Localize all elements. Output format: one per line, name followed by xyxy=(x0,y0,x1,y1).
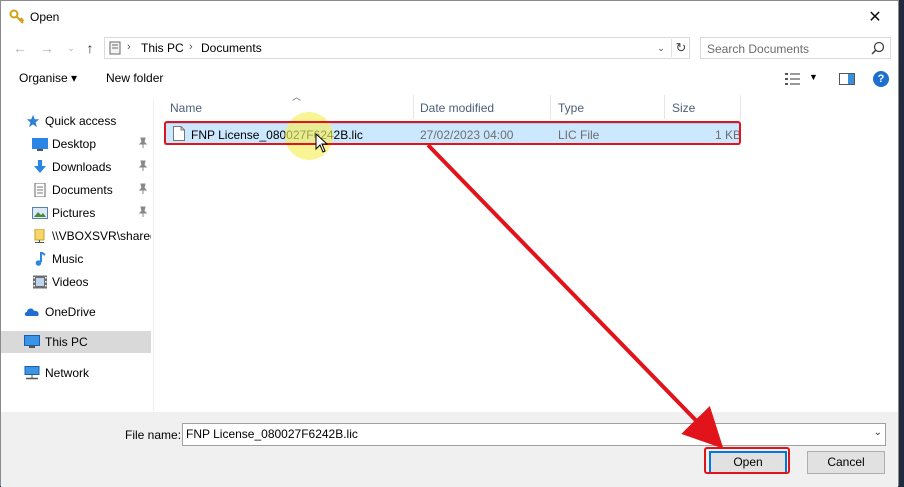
column-label: Size xyxy=(672,101,696,115)
breadcrumb-separator-icon: › xyxy=(189,41,193,53)
file-name-combobox[interactable]: ⌄ xyxy=(182,423,886,446)
sidebar-item-label: Documents xyxy=(52,183,113,197)
view-dropdown-icon[interactable]: ▼ xyxy=(809,72,818,82)
up-arrow-icon[interactable]: ↑ xyxy=(81,39,99,57)
breadcrumb-this-pc[interactable]: This PC xyxy=(141,41,184,55)
sidebar-item-this-pc[interactable]: This PC xyxy=(1,331,151,353)
sidebar-item-network-share[interactable]: \\VBOXSVR\shared_ xyxy=(1,225,151,247)
sidebar-item-network[interactable]: Network xyxy=(1,362,151,384)
sidebar-item-label: Desktop xyxy=(52,137,97,151)
recent-locations-chevron-icon[interactable]: ⌄ xyxy=(62,39,80,57)
open-dialog: Open ✕ ← → ⌄ ↑ › This PC › Documents ⌄ ↻… xyxy=(0,0,899,487)
sidebar-item-label: Network xyxy=(45,366,90,380)
network-icon xyxy=(24,366,40,380)
sidebar-item-label: OneDrive xyxy=(45,305,96,319)
chevron-down-icon[interactable]: ⌄ xyxy=(874,427,882,438)
sidebar-item-videos[interactable]: Videos xyxy=(1,271,151,293)
window-title: Open xyxy=(30,10,60,24)
column-header-name[interactable]: Name ︿ xyxy=(162,92,414,119)
pictures-icon xyxy=(32,207,48,219)
back-arrow-icon[interactable]: ← xyxy=(11,39,29,57)
command-bar: Organise ▾ New folder ▼ ? xyxy=(1,64,898,94)
help-icon[interactable]: ? xyxy=(873,71,889,87)
sidebar-item-desktop[interactable]: Desktop xyxy=(1,133,151,155)
title-bar: Open ✕ xyxy=(1,1,898,33)
cancel-button[interactable]: Cancel xyxy=(807,451,885,474)
sidebar-item-documents[interactable]: Documents xyxy=(1,179,151,201)
computer-icon xyxy=(109,41,121,55)
download-icon xyxy=(34,160,46,173)
mouse-cursor-icon xyxy=(315,133,329,153)
navigation-pane: Quick access Desktop Downloads Documents… xyxy=(1,99,153,409)
sidebar-item-label: Videos xyxy=(52,275,89,289)
pin-icon xyxy=(138,160,148,171)
sidebar-item-label: \\VBOXSVR\shared_ xyxy=(52,229,151,243)
cloud-icon xyxy=(24,308,39,316)
sidebar-item-label: Downloads xyxy=(52,160,112,174)
search-box[interactable]: Search Documents xyxy=(700,37,891,59)
sidebar-item-label: This PC xyxy=(45,335,88,349)
new-folder-button[interactable]: New folder xyxy=(106,71,163,85)
search-placeholder: Search Documents xyxy=(707,42,810,56)
desktop-icon xyxy=(32,138,48,151)
address-bar[interactable]: › This PC › Documents ⌄ ↻ xyxy=(104,37,690,59)
breadcrumb-separator-icon: › xyxy=(127,41,131,53)
column-label: Name xyxy=(170,101,203,115)
sidebar-item-pictures[interactable]: Pictures xyxy=(1,202,151,224)
sidebar-item-label: Music xyxy=(52,252,84,266)
address-dropdown-icon[interactable]: ⌄ xyxy=(654,40,668,56)
star-icon xyxy=(26,114,40,128)
sidebar-item-label: Quick access xyxy=(45,114,117,128)
sidebar-item-label: Pictures xyxy=(52,206,96,220)
column-label: Date modified xyxy=(420,101,495,115)
file-name-input[interactable] xyxy=(186,427,866,441)
close-icon: ✕ xyxy=(868,8,882,26)
breadcrumb-documents[interactable]: Documents xyxy=(201,41,262,55)
sidebar-item-music[interactable]: Music xyxy=(1,248,151,270)
sort-ascending-icon: ︿ xyxy=(292,92,302,102)
music-icon xyxy=(35,252,46,266)
sidebar-item-quick-access[interactable]: Quick access xyxy=(1,110,151,132)
organise-menu-button[interactable]: Organise ▾ xyxy=(19,71,77,85)
column-divider[interactable] xyxy=(740,95,741,119)
column-header-type[interactable]: Type xyxy=(550,95,664,119)
close-button[interactable]: ✕ xyxy=(852,1,898,32)
computer-icon xyxy=(24,335,40,348)
pin-icon xyxy=(138,183,148,194)
annotation-open-box xyxy=(704,447,790,474)
column-header-date[interactable]: Date modified xyxy=(412,95,550,119)
navigation-bar: ← → ⌄ ↑ › This PC › Documents ⌄ ↻ Search… xyxy=(1,34,898,62)
pin-icon xyxy=(138,137,148,148)
refresh-icon[interactable]: ↻ xyxy=(671,39,690,57)
key-icon xyxy=(9,9,25,24)
sidebar-item-downloads[interactable]: Downloads xyxy=(1,156,151,178)
column-header-size[interactable]: Size xyxy=(664,95,740,119)
sidebar-item-onedrive[interactable]: OneDrive xyxy=(1,301,151,323)
video-icon xyxy=(33,275,47,289)
document-icon xyxy=(34,183,46,197)
view-options-icon[interactable] xyxy=(785,73,801,85)
column-label: Type xyxy=(558,101,585,115)
pin-icon xyxy=(138,206,148,217)
forward-arrow-icon[interactable]: → xyxy=(38,39,56,57)
annotation-file-box xyxy=(164,121,741,145)
file-name-label: File name: xyxy=(125,428,182,442)
preview-pane-icon[interactable] xyxy=(839,73,855,85)
search-icon xyxy=(871,41,885,55)
network-folder-icon xyxy=(34,229,45,243)
